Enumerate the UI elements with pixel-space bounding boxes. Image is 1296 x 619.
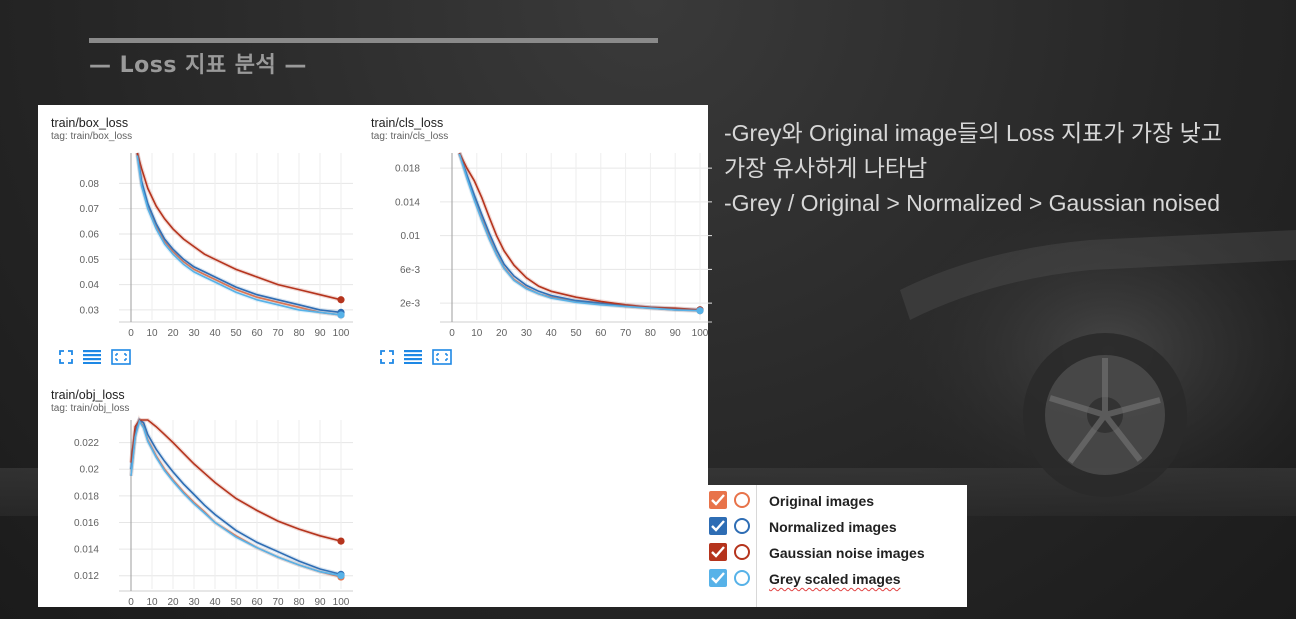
- x-tick-label: 40: [546, 328, 558, 339]
- y-tick-label: 0.03: [80, 305, 100, 316]
- x-tick-label: 30: [188, 328, 200, 339]
- series-end-point: [696, 307, 704, 315]
- legend-item[interactable]: Original images: [708, 489, 967, 511]
- checkbox-icon[interactable]: [709, 543, 727, 561]
- circle-icon[interactable]: [734, 544, 750, 560]
- series-end-point: [337, 296, 345, 304]
- x-tick-label: 10: [471, 328, 483, 339]
- run-legend: Original images Normalized images Gaussi…: [708, 485, 967, 607]
- chart-controls-box: [59, 349, 131, 365]
- checkbox-icon[interactable]: [709, 517, 727, 535]
- checkbox-icon[interactable]: [709, 491, 727, 509]
- x-tick-label: 90: [314, 597, 326, 608]
- x-tick-label: 50: [570, 328, 582, 339]
- fit-domain-icon[interactable]: [111, 349, 131, 365]
- checkbox-icon[interactable]: [709, 569, 727, 587]
- y-tick-label: 0.06: [80, 229, 100, 240]
- x-tick-label: 0: [128, 597, 134, 608]
- y-tick-label: 0.02: [80, 465, 100, 476]
- y-tick-label: 0.018: [74, 491, 99, 502]
- circle-icon[interactable]: [734, 570, 750, 586]
- circle-icon[interactable]: [734, 518, 750, 534]
- x-tick-label: 70: [620, 328, 632, 339]
- x-tick-label: 80: [293, 597, 305, 608]
- y-tick-label: 0.022: [74, 438, 99, 449]
- chart-plot: 0.03 0.04 0.05 0.06 0.07 0.08 0 10 20 30 40 50 60 70 8…: [80, 152, 353, 339]
- y-tick-label: 0.08: [80, 179, 100, 190]
- x-tick-label: 10: [146, 328, 158, 339]
- x-tick-label: 0: [128, 328, 134, 339]
- expand-icon[interactable]: [380, 350, 394, 364]
- title-bar-line: [89, 38, 658, 43]
- x-tick-label: 20: [496, 328, 508, 339]
- x-tick-label: 10: [146, 597, 158, 608]
- legend-label: Grey scaled images: [769, 571, 901, 587]
- legend-label: Original images: [769, 493, 875, 509]
- x-tick-label: 20: [167, 328, 179, 339]
- cls-loss-chart: train/cls_loss tag: train/cls_loss 2e-3 6…: [358, 105, 712, 375]
- y-tick-label: 0.012: [74, 571, 99, 582]
- chart-plot: 2e-3 6e-3 0.01 0.014 0.018 0 10 20 30 40 50 60 70 80 9…: [395, 152, 712, 339]
- legend-label: Normalized images: [769, 519, 897, 535]
- legend-item[interactable]: Grey scaled images: [708, 567, 967, 589]
- chart-plot: 0.012 0.014 0.016 0.018 0.02 0.022 0 10 20 30 40 50…: [74, 415, 353, 608]
- series-end-point: [337, 537, 345, 545]
- circle-icon[interactable]: [734, 492, 750, 508]
- y-tick-label: 6e-3: [400, 265, 420, 276]
- description-text: -Grey와 Original image들의 Loss 지표가 가장 낮고 가…: [724, 116, 1222, 221]
- x-tick-label: 20: [167, 597, 179, 608]
- chart-controls-cls: [380, 349, 452, 365]
- series-end-point: [337, 572, 345, 580]
- slide-title: — Loss 지표 분석 —: [89, 53, 307, 78]
- series-end-point: [337, 311, 345, 319]
- x-tick-label: 0: [449, 328, 455, 339]
- x-tick-label: 80: [293, 328, 305, 339]
- x-tick-label: 70: [272, 328, 284, 339]
- y-tick-label: 0.04: [80, 280, 100, 291]
- x-tick-label: 80: [645, 328, 657, 339]
- expand-icon[interactable]: [59, 350, 73, 364]
- y-tick-label: 0.016: [74, 518, 99, 529]
- series-line: [136, 152, 342, 314]
- series-line: [458, 152, 701, 311]
- x-tick-label: 50: [230, 597, 242, 608]
- fit-domain-icon[interactable]: [432, 349, 452, 365]
- description-line: -Grey / Original > Normalized > Gaussian…: [724, 190, 1220, 216]
- y-tick-label: 0.014: [74, 545, 99, 556]
- description-line: 가장 유사하게 나타남: [724, 155, 928, 181]
- legend-item[interactable]: Gaussian noise images: [708, 541, 967, 563]
- x-tick-label: 90: [314, 328, 326, 339]
- x-tick-label: 60: [251, 597, 263, 608]
- y-tick-label: 2e-3: [400, 299, 420, 310]
- y-tick-label: 0.014: [395, 197, 420, 208]
- series-line: [136, 152, 342, 301]
- x-tick-label: 60: [595, 328, 607, 339]
- list-icon[interactable]: [404, 350, 422, 364]
- x-tick-label: 90: [670, 328, 682, 339]
- y-tick-label: 0.07: [80, 204, 100, 215]
- x-tick-label: 40: [209, 328, 221, 339]
- tensorboard-panel: train/box_loss tag: train/box_loss 0.03 0…: [38, 105, 712, 608]
- series-shadow: [135, 152, 342, 302]
- description-line: -Grey와 Original image들의 Loss 지표가 가장 낮고: [724, 120, 1222, 146]
- legend-label: Gaussian noise images: [769, 545, 925, 561]
- legend-item[interactable]: Normalized images: [708, 515, 967, 537]
- box-loss-chart: train/box_loss tag: train/box_loss 0.03 0…: [38, 105, 368, 375]
- x-tick-label: 40: [209, 597, 221, 608]
- x-tick-label: 100: [333, 328, 350, 339]
- y-tick-label: 0.018: [395, 164, 420, 175]
- x-tick-label: 100: [333, 597, 350, 608]
- obj-loss-chart: train/obj_loss tag: train/obj_loss 0.012…: [38, 377, 368, 608]
- x-tick-label: 70: [272, 597, 284, 608]
- x-tick-label: 30: [188, 597, 200, 608]
- list-icon[interactable]: [83, 350, 101, 364]
- y-tick-label: 0.05: [80, 255, 100, 266]
- y-tick-label: 0.01: [401, 231, 421, 242]
- x-tick-label: 50: [230, 328, 242, 339]
- x-tick-label: 100: [692, 328, 709, 339]
- x-tick-label: 60: [251, 328, 263, 339]
- x-tick-label: 30: [521, 328, 533, 339]
